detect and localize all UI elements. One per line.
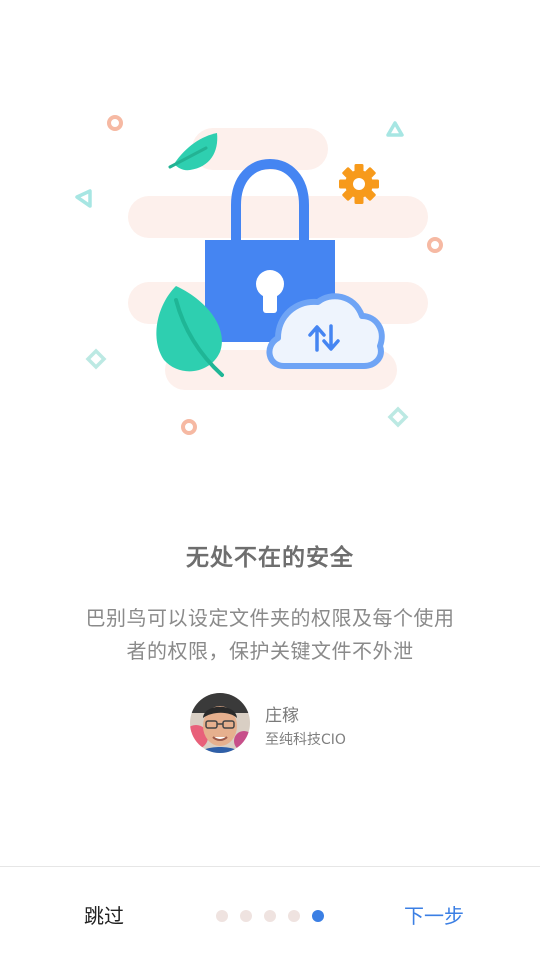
- bottom-nav-bar: 跳过 下一步: [0, 866, 540, 960]
- author-name: 庄稼: [265, 706, 299, 726]
- gear-icon: [339, 164, 379, 204]
- page-indicator: [216, 910, 336, 922]
- author-role: 至纯科技CIO: [265, 732, 346, 748]
- page-dot[interactable]: [264, 910, 276, 922]
- description-line: 巴别鸟可以设定文件夹的权限及每个使用: [85, 606, 455, 630]
- security-illustration: [0, 0, 540, 500]
- page-title: 无处不在的安全: [186, 545, 354, 571]
- page-description: 巴别鸟可以设定文件夹的权限及每个使用 者的权限，保护关键文件不外泄: [60, 602, 480, 668]
- person-avatar-icon: [190, 693, 250, 753]
- page-dot[interactable]: [288, 910, 300, 922]
- description-line: 者的权限，保护关键文件不外泄: [126, 639, 414, 663]
- next-button[interactable]: 下一步: [404, 900, 464, 929]
- testimonial: 庄稼 至纯科技CIO: [190, 693, 430, 755]
- avatar: [190, 693, 250, 753]
- page-dot-active[interactable]: [312, 910, 324, 922]
- page-dot[interactable]: [216, 910, 228, 922]
- skip-button[interactable]: 跳过: [84, 900, 124, 929]
- page-dot[interactable]: [240, 910, 252, 922]
